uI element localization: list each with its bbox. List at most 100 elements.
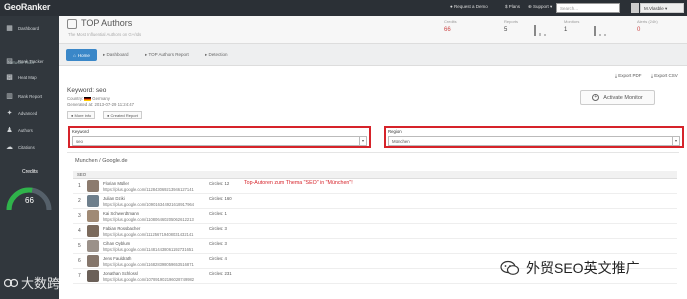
author-circles: Circles: 160 [209, 196, 232, 201]
stat-monitors: Monitors 1 [564, 19, 610, 41]
author-name[interactable]: Jonathan Schlossl [103, 271, 138, 276]
row-rank: 6 [78, 258, 81, 264]
region-select[interactable]: München ▾ [388, 136, 680, 146]
breadcrumb-item-report[interactable]: ▸ TOP Authors Report [145, 52, 189, 58]
breadcrumb-home-label: Home [77, 52, 90, 58]
table-row[interactable]: 3 Kai Schwerdtmann Circles: 1 https://pl… [73, 209, 677, 224]
author-circles: Circles: 1 [209, 211, 227, 216]
heatmap-icon: ▩ [6, 73, 13, 81]
activate-monitor-button[interactable]: + Activate Monitor [580, 90, 655, 105]
breadcrumb-item-detection[interactable]: ▸ Detection [205, 52, 228, 58]
author-url[interactable]: https://plus.google.com/1128430692139461… [103, 187, 194, 192]
user-menu[interactable]: M.Vlasble ▾ [640, 3, 684, 13]
table-row[interactable]: 1 Florian Müller Circles: 12 https://plu… [73, 179, 677, 194]
author-url[interactable]: https://plus.google.com/1148144380611927… [103, 247, 193, 252]
sidebar-item-label: Dashboard [18, 25, 40, 31]
sidebar-item-label: Heat Map [18, 74, 37, 80]
activate-monitor-label: Activate Monitor [603, 94, 643, 101]
country-label: Country: [67, 96, 84, 101]
sidebar-item-citations[interactable]: ☁ Citations [0, 138, 59, 156]
author-url[interactable]: https://plus.google.com/1090163449216189… [103, 202, 194, 207]
author-name[interactable]: Florian Müller [103, 181, 129, 186]
avatar[interactable] [87, 240, 99, 252]
row-rank: 4 [78, 228, 81, 234]
sidebar-item-label: Rank Report [18, 93, 43, 99]
annotation-text: Top-Autoren zum Thema "SEO" in "München"… [244, 180, 353, 186]
page-subtitle: The Most Influential Authors on G+/Ids [68, 32, 142, 37]
generated-at: Generated at: 2013-07-29 11:24:47 [67, 102, 135, 107]
keyword-select[interactable]: seo ▾ [72, 136, 367, 146]
stat-alerts: Alerts (24h) 0 [637, 19, 683, 41]
stat-credits: Credits 66 [444, 19, 490, 41]
stat-reports: Reports 5 [504, 19, 550, 41]
author-name[interactable]: Julian Dziki [103, 196, 125, 201]
author-name[interactable]: Jens Fauldrath [103, 256, 131, 261]
row-rank: 5 [78, 243, 81, 249]
region-filter-label: Region [388, 129, 402, 134]
export-csv-button[interactable]: ⤓ Export CSV [651, 73, 678, 78]
avatar[interactable] [87, 180, 99, 192]
author-name[interactable]: Fabian Rossbacher [103, 226, 140, 231]
credits-label: Credits [22, 169, 38, 175]
table-row[interactable]: 2 Julian Dziki Circles: 160 https://plus… [73, 194, 677, 209]
search-input[interactable]: Search... [556, 3, 620, 13]
create-report-button[interactable]: ● Created Report [103, 111, 142, 119]
watermark-logo-icon [4, 278, 18, 287]
breadcrumb-label: TOP Authors Report [148, 52, 189, 57]
wechat-icon [500, 260, 520, 275]
author-url[interactable]: https://plus.google.com/1078919021960287… [103, 277, 194, 282]
plans-button[interactable]: $ Plans [505, 4, 520, 9]
plus-icon: + [592, 94, 600, 101]
author-circles: Circles: 231 [209, 271, 232, 276]
breadcrumb: ⌂ Home ▸ Dashboard ▸ TOP Authors Report ▸… [59, 44, 687, 66]
avatar[interactable] [87, 270, 99, 282]
more-info-label: More info [74, 113, 92, 118]
author-name[interactable]: Kai Schwerdtmann [103, 211, 139, 216]
breadcrumb-item-dashboard[interactable]: ▸ Dashboard [103, 52, 129, 58]
stat-label: Credits [444, 19, 457, 24]
sidebar-item-label: Rank Tracker [18, 58, 44, 64]
author-url[interactable]: https://plus.google.com/1112567194080314… [103, 232, 193, 237]
sidebar-item-heat-map[interactable]: ▩ Heat Map [0, 68, 59, 86]
avatar[interactable] [631, 3, 639, 13]
keyword-select-value: seo [76, 139, 83, 144]
keyword-filter-label: Keyword [72, 129, 89, 134]
home-icon: ⌂ [73, 52, 76, 58]
stat-sparkline [594, 26, 606, 36]
avatar[interactable] [87, 210, 99, 222]
plans-label: Plans [508, 4, 521, 9]
export-pdf-button[interactable]: ⤓ Export PDF [615, 73, 642, 78]
country-value: Germany [92, 96, 110, 101]
avatar[interactable] [87, 195, 99, 207]
author-name[interactable]: Cihan Oyblum [103, 241, 130, 246]
export-pdf-label: Export PDF [618, 73, 642, 78]
table-row[interactable]: 4 Fabian Rossbacher Circles: 3 https://p… [73, 224, 677, 239]
watermark-right-text: 外贸SEO英文推广 [526, 260, 640, 276]
sidebar-item-rank-report[interactable]: ▥ Rank Report [0, 87, 59, 105]
author-circles: Circles: 12 [209, 181, 230, 186]
keyword-filter: Keyword seo ▾ [68, 126, 371, 148]
app-logo[interactable]: GeoRanker [4, 2, 50, 12]
watermark-left: 大数跨境 [4, 273, 73, 292]
request-demo-button[interactable]: ● Request a Demo [450, 4, 488, 9]
sidebar-item-dashboard[interactable]: ▦ Dashboard [0, 19, 59, 37]
author-circles: Circles: 3 [209, 241, 227, 246]
avatar[interactable] [87, 255, 99, 267]
author-url[interactable]: https://plus.google.com/1108064602050626… [103, 217, 194, 222]
top-bar: GeoRanker ● Request a Demo $ Plans ⊕ Sup… [0, 0, 687, 16]
avatar[interactable] [87, 225, 99, 237]
more-info-button[interactable]: ● More info [67, 111, 96, 119]
table-row[interactable]: 5 Cihan Oyblum Circles: 3 https://plus.g… [73, 239, 677, 254]
export-csv-label: Export CSV [654, 73, 678, 78]
report-icon: ● [107, 113, 110, 118]
page-header: TOP Authors The Most Influential Authors… [59, 16, 687, 44]
sidebar-item-label: Citations [18, 144, 35, 150]
support-button[interactable]: ⊕ Support ▾ [528, 4, 552, 10]
row-rank: 2 [78, 198, 81, 204]
breadcrumb-home[interactable]: ⌂ Home [66, 49, 97, 61]
sidebar-item-advanced[interactable]: ✦ Advanced [0, 104, 59, 122]
sidebar-item-authors[interactable]: ♟ Authors [0, 121, 59, 139]
keyword-value: seo [95, 87, 107, 94]
author-url[interactable]: https://plus.google.com/1168283980596535… [103, 262, 194, 267]
table-header: SEO [73, 171, 677, 179]
